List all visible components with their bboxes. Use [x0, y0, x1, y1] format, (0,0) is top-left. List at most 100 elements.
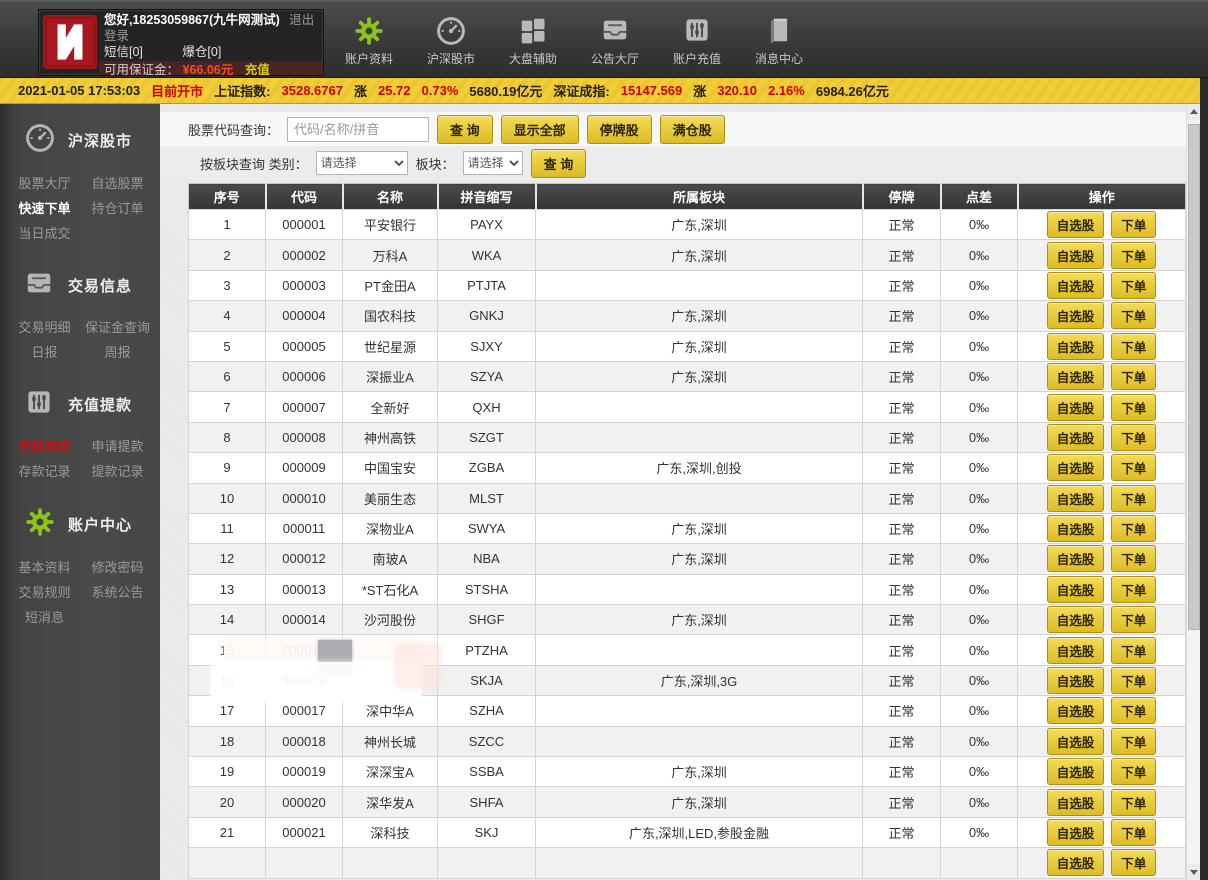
- col-name: 名称: [343, 184, 438, 210]
- add-favorite-button[interactable]: 自选股: [1047, 728, 1105, 755]
- sidebar-item[interactable]: 日报: [8, 340, 81, 365]
- sidebar-item[interactable]: 提款记录: [81, 459, 154, 484]
- place-order-button[interactable]: 下单: [1111, 849, 1156, 876]
- nav-item-2[interactable]: 沪深股市: [410, 12, 492, 68]
- table-row: 3000003PT金田APTJTA正常0‰自选股下单: [189, 270, 1186, 300]
- add-favorite-button[interactable]: 自选股: [1047, 697, 1105, 724]
- cell-pinyin: SZGT: [438, 422, 536, 452]
- nav-item-6[interactable]: 消息中心: [738, 12, 820, 68]
- query-button[interactable]: 查 询: [437, 115, 493, 144]
- place-order-button[interactable]: 下单: [1111, 302, 1156, 329]
- sidebar-section-head: 账户中心: [0, 506, 160, 543]
- place-order-button[interactable]: 下单: [1111, 576, 1156, 603]
- place-order-button[interactable]: 下单: [1111, 515, 1156, 542]
- place-order-button[interactable]: 下单: [1111, 424, 1156, 451]
- cell-no: [189, 848, 266, 878]
- burst-counter[interactable]: 爆仓[0]: [182, 45, 221, 59]
- sidebar-item[interactable]: 交易明细: [8, 315, 81, 340]
- place-order-button[interactable]: 下单: [1111, 606, 1156, 633]
- place-order-button[interactable]: 下单: [1111, 454, 1156, 481]
- add-favorite-button[interactable]: 自选股: [1047, 454, 1105, 481]
- add-favorite-button[interactable]: 自选股: [1047, 819, 1105, 846]
- sidebar-item[interactable]: 保证金查询: [81, 315, 154, 340]
- sidebar-item[interactable]: 股票大厅: [8, 171, 81, 196]
- cell-spread: 0‰: [941, 422, 1018, 452]
- sidebar-item[interactable]: 短消息: [8, 605, 81, 630]
- scroll-down-button[interactable]: [1187, 864, 1201, 880]
- suspended-stocks-button[interactable]: 停牌股: [587, 115, 652, 144]
- sms-counter[interactable]: 短信[0]: [104, 45, 143, 59]
- sidebar-item[interactable]: 系统公告: [81, 580, 154, 605]
- cell-spread: 0‰: [941, 605, 1018, 635]
- sidebar-item[interactable]: 修改密码: [81, 555, 154, 580]
- scroll-up-button[interactable]: [1187, 104, 1201, 120]
- nav-item-4[interactable]: 公告大厅: [574, 12, 656, 68]
- sidebar-item[interactable]: 快速下单: [8, 196, 81, 221]
- place-order-button[interactable]: 下单: [1111, 485, 1156, 512]
- sidebar-item[interactable]: 持仓订单: [81, 196, 154, 221]
- sidebar-item[interactable]: 申请提款: [81, 434, 154, 459]
- cell-status: 正常: [863, 453, 941, 483]
- full-position-button[interactable]: 满仓股: [660, 115, 725, 144]
- table-row: 18000018神州长城SZCC正常0‰自选股下单: [189, 726, 1186, 756]
- nav-item-5[interactable]: 账户充值: [656, 12, 738, 68]
- add-favorite-button[interactable]: 自选股: [1047, 424, 1105, 451]
- place-order-button[interactable]: 下单: [1111, 667, 1156, 694]
- col-sector: 所属板块: [536, 184, 863, 210]
- cell-status: 正常: [863, 392, 941, 422]
- add-favorite-button[interactable]: 自选股: [1047, 363, 1105, 390]
- place-order-button[interactable]: 下单: [1111, 637, 1156, 664]
- sz-pct: 2.16%: [768, 83, 805, 98]
- cell-code: 000015: [266, 635, 343, 665]
- place-order-button[interactable]: 下单: [1111, 789, 1156, 816]
- add-favorite-button[interactable]: 自选股: [1047, 667, 1105, 694]
- add-favorite-button[interactable]: 自选股: [1047, 211, 1105, 238]
- cell-sector: [536, 392, 863, 422]
- sidebar-item[interactable]: 交易规则: [8, 580, 81, 605]
- show-all-button[interactable]: 显示全部: [501, 115, 579, 144]
- add-favorite-button[interactable]: 自选股: [1047, 758, 1105, 785]
- place-order-button[interactable]: 下单: [1111, 697, 1156, 724]
- add-favorite-button[interactable]: 自选股: [1047, 272, 1105, 299]
- sidebar-item[interactable]: 当日成交: [8, 221, 81, 246]
- nav-item-3[interactable]: 大盘辅助: [492, 12, 574, 68]
- add-favorite-button[interactable]: 自选股: [1047, 485, 1105, 512]
- add-favorite-button[interactable]: 自选股: [1047, 515, 1105, 542]
- recharge-link[interactable]: 充值: [245, 63, 270, 76]
- cell-code: 000003: [266, 270, 343, 300]
- add-favorite-button[interactable]: 自选股: [1047, 545, 1105, 572]
- place-order-button[interactable]: 下单: [1111, 363, 1156, 390]
- cell-pinyin: QXH: [438, 392, 536, 422]
- place-order-button[interactable]: 下单: [1111, 333, 1156, 360]
- add-favorite-button[interactable]: 自选股: [1047, 606, 1105, 633]
- add-favorite-button[interactable]: 自选股: [1047, 576, 1105, 603]
- stock-code-input[interactable]: [287, 117, 429, 142]
- add-favorite-button[interactable]: 自选股: [1047, 849, 1105, 876]
- place-order-button[interactable]: 下单: [1111, 211, 1156, 238]
- content-scrollbar[interactable]: [1186, 104, 1200, 880]
- sidebar-item[interactable]: 自选股票: [81, 171, 154, 196]
- add-favorite-button[interactable]: 自选股: [1047, 637, 1105, 664]
- place-order-button[interactable]: 下单: [1111, 758, 1156, 785]
- sector-select[interactable]: 请选择: [463, 151, 523, 175]
- place-order-button[interactable]: 下单: [1111, 819, 1156, 846]
- sidebar-item[interactable]: 周报: [81, 340, 154, 365]
- place-order-button[interactable]: 下单: [1111, 272, 1156, 299]
- category-select[interactable]: 请选择: [316, 151, 408, 175]
- add-favorite-button[interactable]: 自选股: [1047, 789, 1105, 816]
- add-favorite-button[interactable]: 自选股: [1047, 242, 1105, 269]
- sidebar-item[interactable]: 基本资料: [8, 555, 81, 580]
- sidebar-item[interactable]: 存款记录: [8, 459, 81, 484]
- place-order-button[interactable]: 下单: [1111, 545, 1156, 572]
- sidebar-item[interactable]: 在线存款: [8, 434, 81, 459]
- scrollbar-thumb[interactable]: [1188, 124, 1200, 630]
- add-favorite-button[interactable]: 自选股: [1047, 302, 1105, 329]
- brand-logo-icon: [43, 15, 97, 69]
- add-favorite-button[interactable]: 自选股: [1047, 394, 1105, 421]
- nav-item-1[interactable]: 账户资料: [328, 12, 410, 68]
- sector-query-button[interactable]: 查 询: [531, 149, 587, 178]
- add-favorite-button[interactable]: 自选股: [1047, 333, 1105, 360]
- place-order-button[interactable]: 下单: [1111, 728, 1156, 755]
- place-order-button[interactable]: 下单: [1111, 242, 1156, 269]
- place-order-button[interactable]: 下单: [1111, 394, 1156, 421]
